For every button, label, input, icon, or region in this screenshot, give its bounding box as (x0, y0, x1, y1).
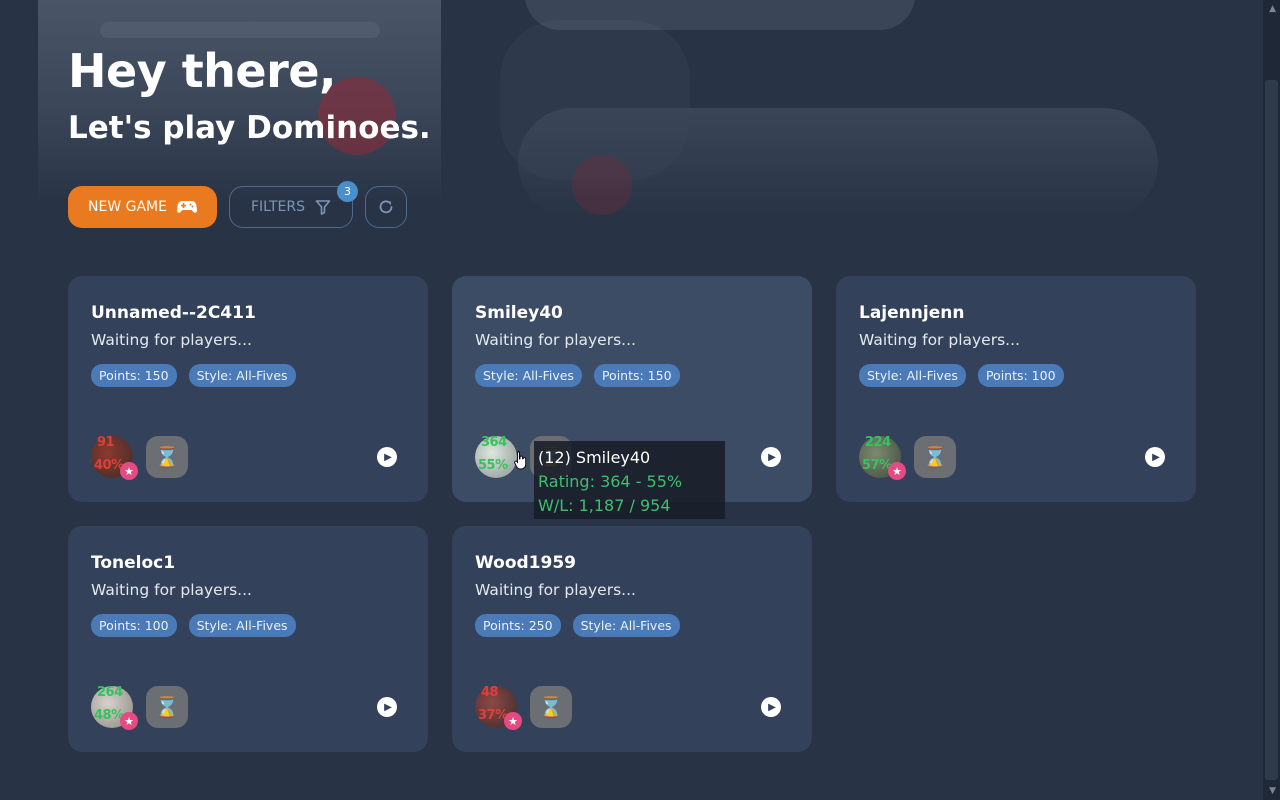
player-tooltip: (12) Smiley40 Rating: 364 - 55% W/L: 1,1… (534, 441, 725, 519)
game-host-name: Toneloc1 (91, 553, 176, 573)
tooltip-rating: Rating: 364 - 55% (538, 472, 683, 491)
hourglass-icon: ⌛ (154, 695, 180, 719)
refresh-button[interactable] (365, 186, 407, 228)
star-icon: ★ (120, 712, 138, 730)
game-tags: Points: 250 Style: All-Fives (475, 614, 680, 637)
game-host-name: Unnamed--2C411 (91, 303, 256, 323)
play-icon: ▶ (768, 451, 776, 463)
hand-cursor-icon (514, 451, 527, 470)
player-rating: 91 (97, 435, 115, 450)
play-icon: ▶ (384, 451, 392, 463)
join-game-button[interactable]: ▶ (377, 447, 397, 467)
filter-icon (315, 200, 331, 215)
game-status: Waiting for players... (91, 581, 252, 599)
star-icon: ★ (888, 462, 906, 480)
empty-seat-slot: ⌛ (146, 436, 188, 478)
join-game-button[interactable]: ▶ (377, 697, 397, 717)
hourglass-icon: ⌛ (154, 445, 180, 469)
game-status: Waiting for players... (475, 331, 636, 349)
filters-count-badge: 3 (337, 181, 358, 202)
scroll-down-arrow-icon[interactable]: ▼ (1269, 786, 1276, 796)
game-tag: Points: 100 (91, 614, 177, 637)
gamepad-icon (176, 201, 197, 213)
game-tags: Points: 150 Style: All-Fives (91, 364, 296, 387)
refresh-icon (379, 200, 393, 214)
empty-seat-slot: ⌛ (530, 686, 572, 728)
tooltip-player-name: (12) Smiley40 (538, 448, 651, 467)
hero-title: Hey there, (68, 44, 337, 98)
game-tags: Style: All-Fives Points: 100 (859, 364, 1064, 387)
game-card[interactable]: Unnamed--2C411 Waiting for players... Po… (68, 276, 428, 502)
empty-seat-slot: ⌛ (914, 436, 956, 478)
new-game-button[interactable]: NEW GAME (68, 186, 217, 228)
star-icon: ★ (504, 712, 522, 730)
hero-subtitle: Let's play Dominoes. (68, 110, 431, 146)
player-avatar[interactable]: 91 40% ★ (91, 435, 138, 480)
play-icon: ▶ (384, 701, 392, 713)
game-tag: Style: All-Fives (859, 364, 966, 387)
game-status: Waiting for players... (91, 331, 252, 349)
tooltip-win-loss: W/L: 1,187 / 954 (538, 496, 671, 515)
scroll-up-arrow-icon[interactable]: ▲ (1269, 4, 1276, 14)
game-tags: Style: All-Fives Points: 150 (475, 364, 680, 387)
join-game-button[interactable]: ▶ (761, 697, 781, 717)
hero-background-bar (100, 22, 380, 38)
player-rating: 364 (481, 435, 507, 450)
game-card[interactable]: Lajennjenn Waiting for players... Style:… (836, 276, 1196, 502)
hourglass-icon: ⌛ (538, 695, 564, 719)
game-tag: Style: All-Fives (188, 614, 296, 637)
join-game-button[interactable]: ▶ (1145, 447, 1165, 467)
page-scrollbar[interactable]: ▲ ▼ (1263, 0, 1280, 800)
scrollbar-thumb[interactable] (1265, 80, 1278, 780)
game-host-name: Wood1959 (475, 553, 576, 573)
empty-seat-slot: ⌛ (146, 686, 188, 728)
background-circle (572, 155, 632, 215)
player-rating: 48 (481, 685, 499, 700)
game-card[interactable]: Toneloc1 Waiting for players... Points: … (68, 526, 428, 752)
game-host-name: Lajennjenn (859, 303, 965, 323)
game-tag: Points: 150 (91, 364, 177, 387)
player-avatar[interactable]: 48 37% ★ (475, 685, 522, 730)
game-tag: Points: 250 (475, 614, 561, 637)
game-tag: Style: All-Fives (188, 364, 296, 387)
player-avatar[interactable]: 364 55% (475, 435, 517, 478)
game-host-name: Smiley40 (475, 303, 563, 323)
play-icon: ▶ (1152, 451, 1160, 463)
game-tag: Points: 100 (977, 364, 1064, 387)
player-rating: 264 (97, 685, 123, 700)
game-status: Waiting for players... (475, 581, 636, 599)
game-tags: Points: 100 Style: All-Fives (91, 614, 296, 637)
hourglass-icon: ⌛ (922, 445, 948, 469)
game-tag: Style: All-Fives (475, 364, 582, 387)
player-win-percent: 55% (478, 458, 508, 473)
player-avatar[interactable]: 264 48% ★ (91, 685, 138, 730)
game-card[interactable]: Wood1959 Waiting for players... Points: … (452, 526, 812, 752)
game-tag: Points: 150 (593, 364, 680, 387)
play-icon: ▶ (768, 701, 776, 713)
star-icon: ★ (120, 462, 138, 480)
game-tag: Style: All-Fives (572, 614, 680, 637)
game-status: Waiting for players... (859, 331, 1020, 349)
player-rating: 224 (865, 435, 891, 450)
new-game-label: NEW GAME (88, 199, 167, 215)
filters-button[interactable]: FILTERS (229, 186, 353, 228)
join-game-button[interactable]: ▶ (761, 447, 781, 467)
filters-label: FILTERS (250, 199, 306, 215)
player-avatar[interactable]: 224 57% ★ (859, 435, 906, 480)
